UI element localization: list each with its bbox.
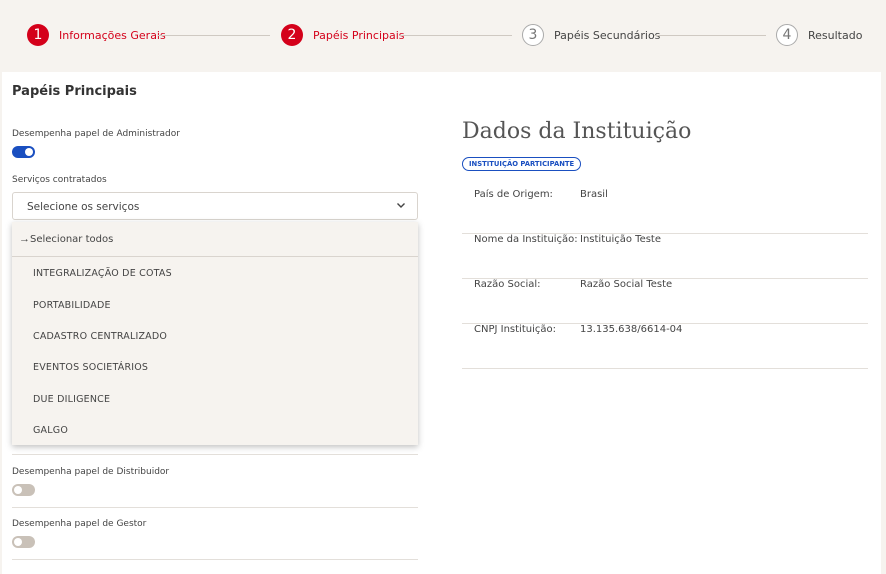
instituicao-badge: INSTITUIÇÃO PARTICIPANTE [462,157,582,171]
servicos-placeholder: Selecione os serviços [27,201,140,213]
administrador-toggle[interactable] [12,146,35,158]
divider [12,559,418,560]
info-label: País de Origem: [474,189,553,200]
option-due-diligence[interactable]: DUE DILIGENCE [33,394,110,405]
distribuidor-label: Desempenha papel de Distribuidor [12,467,170,477]
info-value: Brasil [580,189,608,200]
step-label: Informações Gerais [59,28,166,42]
info-value: 13.135.638/6614-04 [580,324,683,335]
info-row-nome: Nome da Instituição: Instituição Teste [462,234,868,279]
chevron-down-icon [397,203,405,208]
step-resultado[interactable]: 4 Resultado [776,24,862,46]
instituicao-title: Dados da Instituição [462,119,692,144]
step-number: 2 [281,24,303,46]
servicos-select[interactable]: Selecione os serviços [12,192,418,220]
step-label: Resultado [808,28,863,42]
step-papeis-principais[interactable]: 2 Papéis Principais [281,24,405,46]
option-eventos-societarios[interactable]: EVENTOS SOCIETÁRIOS [33,362,148,373]
info-row-razao-social: Razão Social: Razão Social Teste [462,279,868,324]
option-integralizacao-de-cotas[interactable]: INTEGRALIZAÇÃO DE COTAS [33,268,172,279]
page-title: Papéis Principais [12,84,137,99]
stepper: 1 Informações Gerais 2 Papéis Principais… [0,0,886,72]
option-portabilidade[interactable]: PORTABILIDADE [33,300,111,311]
step-connector [400,35,512,36]
step-connector [654,35,766,36]
step-connector [158,35,270,36]
step-papeis-secundarios[interactable]: 3 Papéis Secundários [522,24,660,46]
step-number: 4 [776,24,798,46]
gestor-label: Desempenha papel de Gestor [12,519,147,529]
info-label: CNPJ Instituição: [474,324,556,335]
info-row-cnpj: CNPJ Instituição: 13.135.638/6614-04 [462,324,868,369]
info-value: Razão Social Teste [580,279,673,290]
main-card: Papéis Principais Desempenha papel de Ad… [2,72,881,574]
toggle-knob [25,148,33,156]
info-label: Nome da Instituição: [474,234,578,245]
step-informacoes-gerais[interactable]: 1 Informações Gerais [27,24,166,46]
info-label: Razão Social: [474,279,541,290]
servicos-label: Serviços contratados [12,175,107,185]
servicos-dropdown: → Selecionar todos INTEGRALIZAÇÃO DE COT… [12,222,418,445]
info-row-pais: País de Origem: Brasil [462,189,868,234]
option-galgo[interactable]: GALGO [33,425,68,436]
option-cadastro-centralizado[interactable]: CADASTRO CENTRALIZADO [33,331,167,342]
select-all-option[interactable]: → Selecionar todos [12,222,418,257]
step-number: 1 [27,24,49,46]
step-number: 3 [522,24,544,46]
arrow-right-icon: → [19,233,30,245]
info-value: Instituição Teste [580,234,662,245]
distribuidor-toggle[interactable] [12,484,35,496]
step-label: Papéis Secundários [554,28,661,42]
select-all-label: Selecionar todos [30,234,114,245]
gestor-toggle[interactable] [12,536,35,548]
toggle-knob [14,538,22,546]
step-label: Papéis Principais [313,28,405,42]
divider [12,454,418,455]
toggle-knob [14,486,22,494]
administrador-label: Desempenha papel de Administrador [12,129,180,139]
divider [12,507,418,508]
